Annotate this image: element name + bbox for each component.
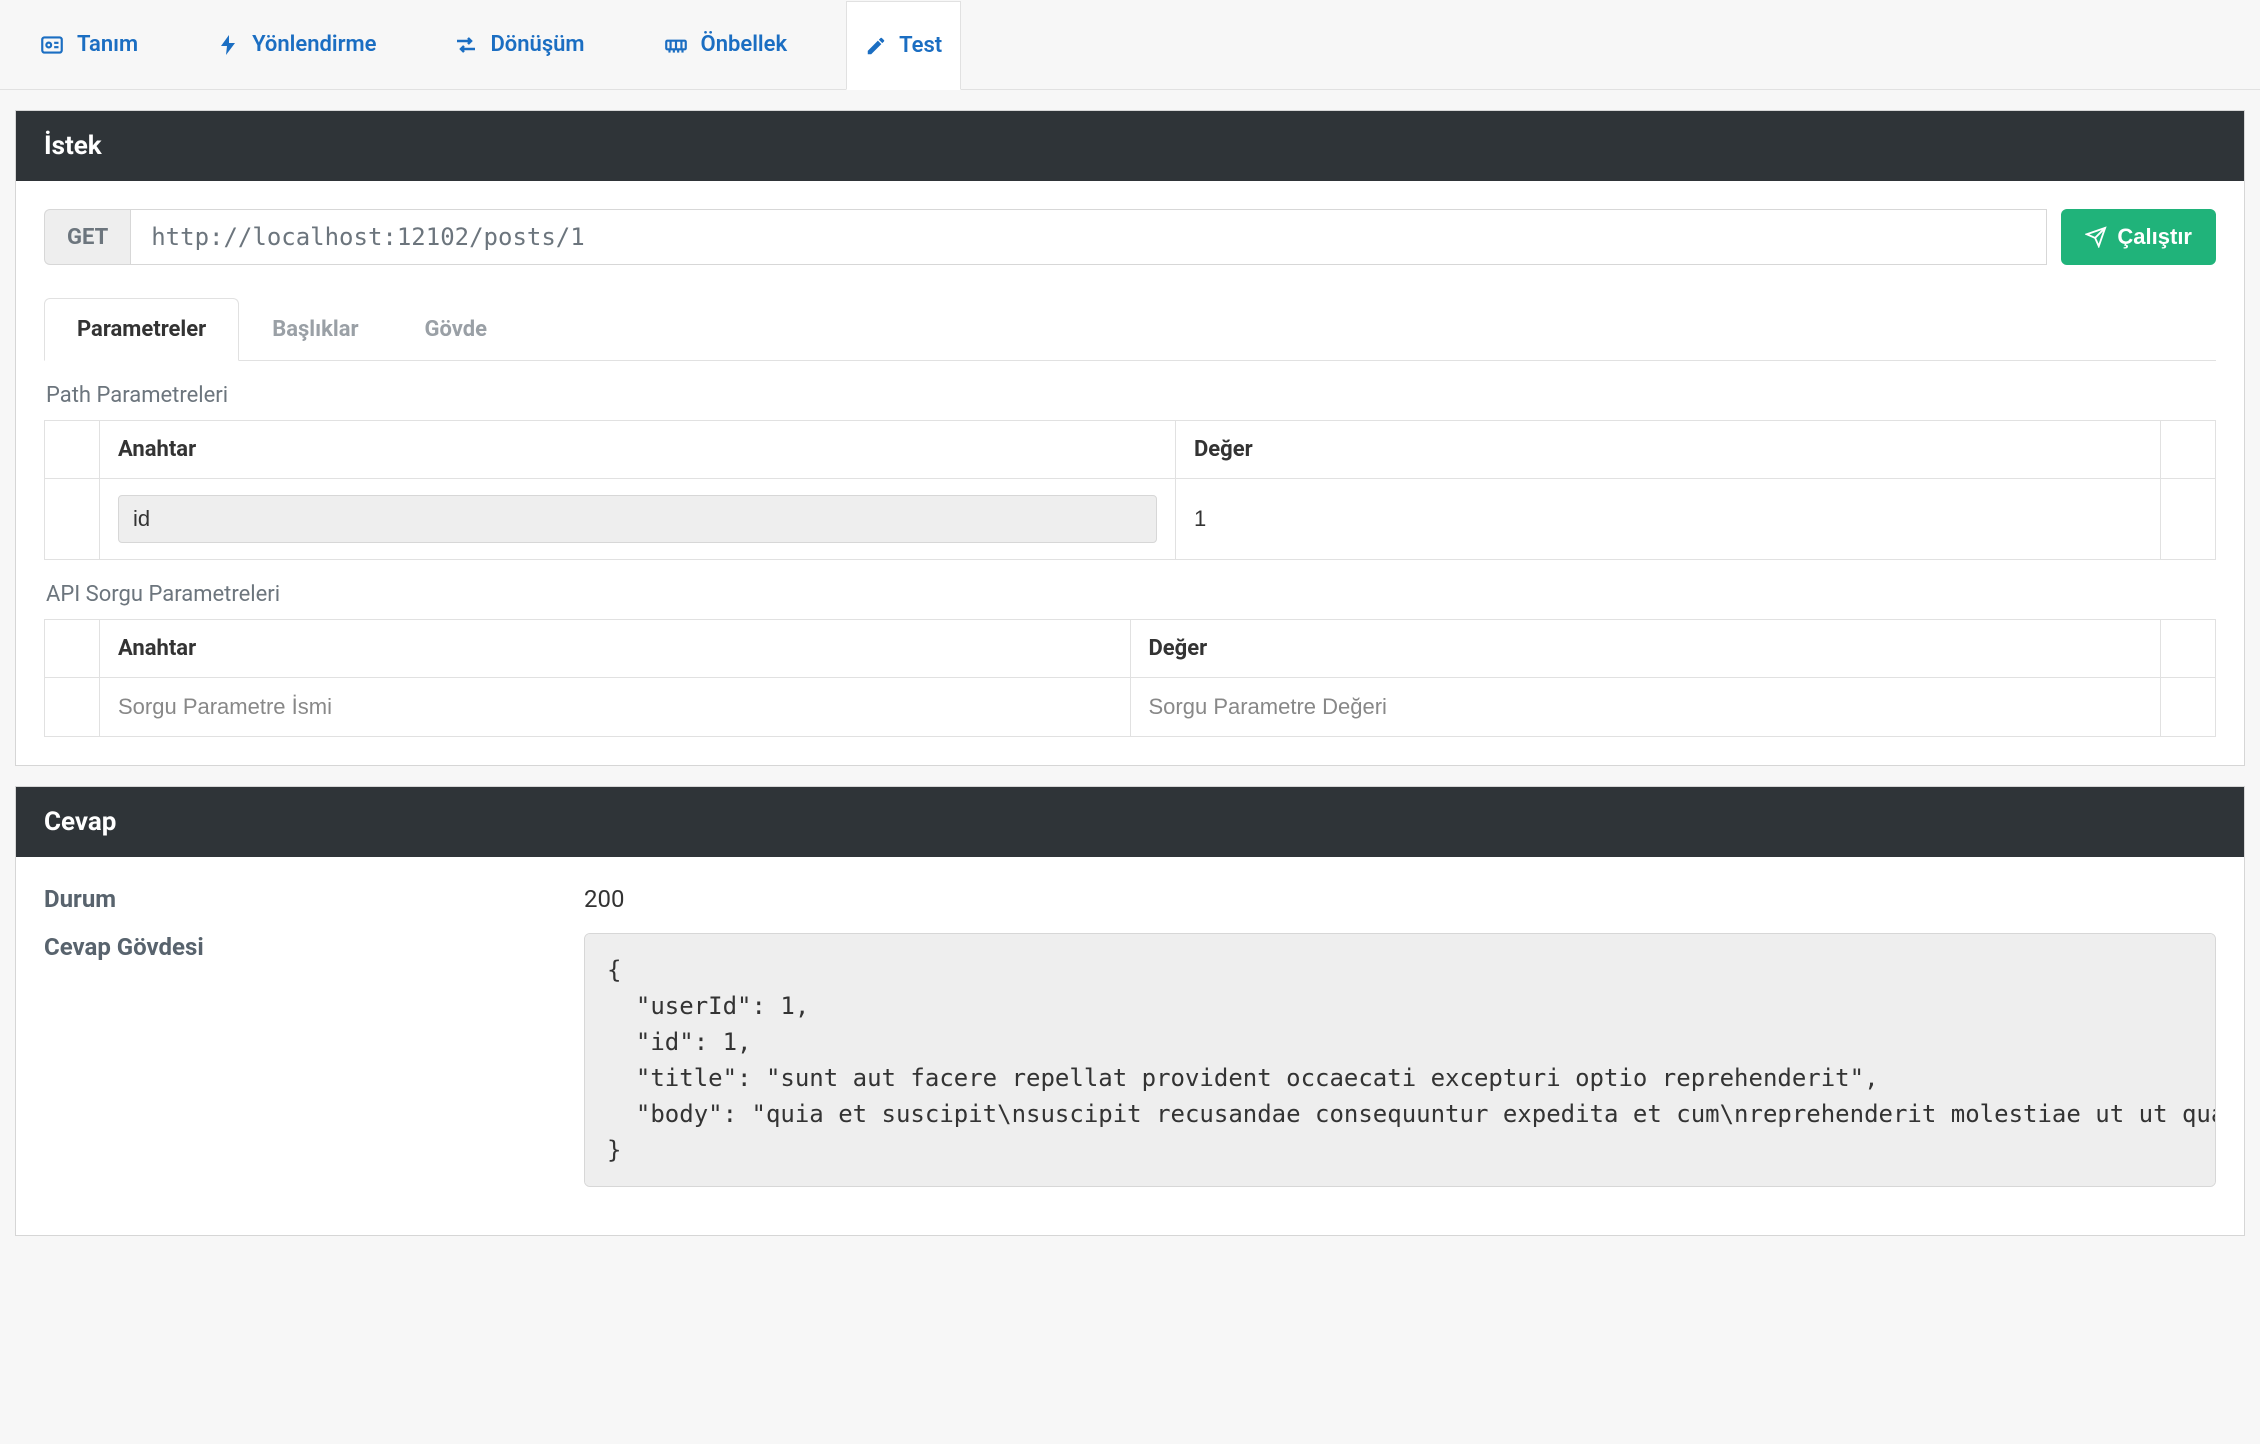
path-param-value-input[interactable] [1194,506,2142,532]
tab-test[interactable]: Test [846,1,961,90]
memory-icon [663,32,689,58]
row-action [2161,479,2216,560]
tab-label: Yönlendirme [252,32,376,57]
table-row [45,479,2216,560]
table-action-header [2161,620,2216,678]
tab-label: Test [899,33,942,58]
request-url-input[interactable] [130,209,2047,265]
table-key-header: Anahtar [100,620,1131,678]
run-button-label: Çalıştır [2117,224,2192,250]
request-inner-tabs: Parametreler Başlıklar Gövde [44,297,2216,361]
response-body-code[interactable]: { "userId": 1, "id": 1, "title": "sunt a… [584,933,2216,1187]
request-panel-header: İstek [16,111,2244,181]
tab-definition[interactable]: Tanım [20,0,157,89]
request-panel: İstek GET Çalıştır Parametreler Başlıkla… [15,110,2245,766]
run-button[interactable]: Çalıştır [2061,209,2216,265]
query-param-key-input[interactable] [118,694,1112,720]
tab-label: Dönüşüm [490,32,584,57]
query-params-table: Anahtar Değer [44,619,2216,737]
response-status-label: Durum [44,885,584,913]
path-params-label: Path Parametreleri [44,361,2216,420]
response-status-row: Durum 200 [44,885,2216,913]
response-panel: Cevap Durum 200 Cevap Gövdesi { "userId"… [15,786,2245,1236]
inner-tab-label: Gövde [425,317,488,342]
inner-tab-headers[interactable]: Başlıklar [239,298,391,361]
request-panel-body: GET Çalıştır Parametreler Başlıklar Gövd… [16,181,2244,765]
tab-transform[interactable]: Dönüşüm [435,0,603,89]
inner-tab-label: Parametreler [77,317,206,342]
tab-label: Tanım [77,32,138,57]
row-action [2161,678,2216,737]
tab-label: Önbellek [701,32,788,57]
http-method-chip: GET [44,209,130,265]
inner-tab-params[interactable]: Parametreler [44,298,239,361]
response-panel-header: Cevap [16,787,2244,857]
bolt-icon [216,33,240,57]
path-params-table: Anahtar Değer [44,420,2216,560]
query-param-value-input[interactable] [1149,694,2143,720]
row-handle[interactable] [45,678,100,737]
query-params-label: API Sorgu Parametreleri [44,560,2216,619]
table-handle-header [45,421,100,479]
table-value-header: Değer [1175,421,2160,479]
swap-icon [454,33,478,57]
table-value-header: Değer [1130,620,2161,678]
table-action-header [2161,421,2216,479]
id-card-icon [39,32,65,58]
row-handle[interactable] [45,479,100,560]
table-row [45,678,2216,737]
path-param-key-input [118,495,1157,543]
inner-tab-body[interactable]: Gövde [392,298,521,361]
tab-cache[interactable]: Önbellek [644,0,807,89]
response-panel-body: Durum 200 Cevap Gövdesi { "userId": 1, "… [16,857,2244,1235]
top-tabs: Tanım Yönlendirme Dönüşüm Önbellek Test [0,0,2260,90]
request-url-row: GET Çalıştır [44,209,2216,265]
response-body-row: Cevap Gövdesi { "userId": 1, "id": 1, "t… [44,933,2216,1187]
response-status-value: 200 [584,885,2216,913]
response-body-label: Cevap Gövdesi [44,933,584,1187]
send-icon [2085,226,2107,248]
inner-tab-label: Başlıklar [272,317,358,342]
pencil-icon [865,35,887,57]
table-handle-header [45,620,100,678]
table-key-header: Anahtar [100,421,1176,479]
tab-routing[interactable]: Yönlendirme [197,0,395,89]
